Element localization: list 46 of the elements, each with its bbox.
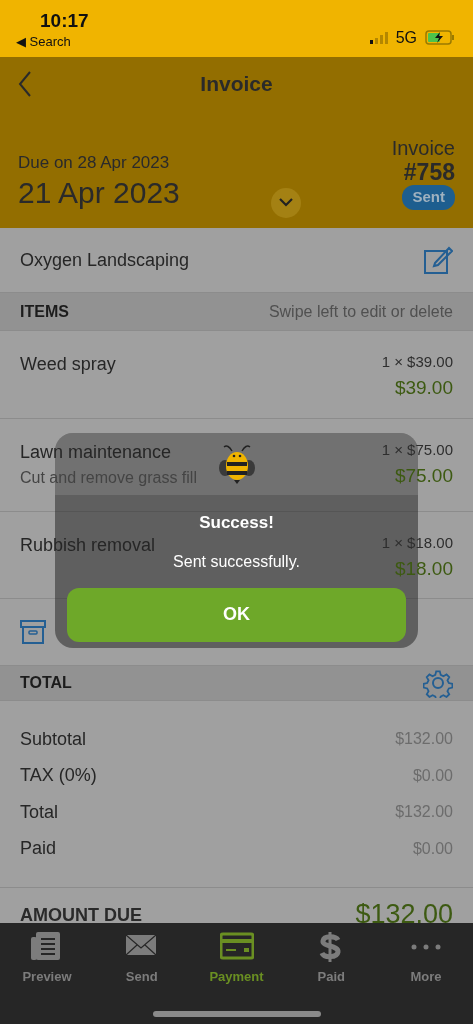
total-label: Subtotal [20,727,87,751]
bee-icon [217,444,256,484]
ok-button[interactable]: OK [67,587,406,642]
due-date: Due on 28 Apr 2023 [18,152,171,174]
tab[interactable]: Preview [0,923,94,987]
screen-title: Invoice [200,71,273,98]
credit-card-icon [219,931,254,963]
total-label: TAX (0%) [20,764,97,788]
signal-icon [369,31,388,44]
dialog-title: Success! [199,512,274,534]
battery-charging-icon [425,30,455,45]
tab[interactable]: Paid [284,923,379,987]
section-title: TOTAL [20,673,72,693]
network-label: 5G [395,27,417,48]
item-quantity-price: 1 × $75.00 [381,440,453,460]
client-name[interactable]: Oxygen Landscaping [20,246,190,274]
back-icon[interactable] [18,71,32,97]
tab[interactable]: Payment [189,923,284,987]
amount-due-label: AMOUNT DUE [20,904,142,925]
dialog-message: Sent successfully. [173,551,300,572]
expand-button[interactable] [270,187,301,218]
tab[interactable]: Send [94,923,189,987]
hint-text: Swipe left to edit or delete [268,301,453,322]
total-label: Paid [20,837,57,861]
item-name[interactable]: Weed spray [20,351,116,378]
total-label: Total [20,800,59,824]
item-amount: $39.00 [393,375,453,400]
edit-icon[interactable] [423,245,453,275]
amount-due-value: $132.00 [355,898,453,925]
section-title: ITEMS [20,301,69,322]
invoice-number: #758 [402,159,455,185]
settings-icon[interactable] [423,668,453,698]
item-name[interactable]: Lawn maintenance [20,439,197,466]
item-amount: $75.00 [393,463,453,488]
invoice-date: 21 Apr 2023 [18,175,180,210]
back-to-search-link[interactable]: ◀ Search [16,32,89,52]
status-badge: Sent [402,185,455,210]
archive-box-icon[interactable] [20,620,46,644]
item-name[interactable]: Rubbish removal [20,532,156,559]
more-icon [411,944,441,950]
item-amount: $18.00 [393,556,453,581]
clock-time: 10:17 [39,10,89,32]
chevron-down-icon[interactable] [278,198,293,207]
item-quantity-price: 1 × $39.00 [381,352,453,372]
tab[interactable]: More [379,923,473,987]
invoice-label: Invoice [391,137,455,159]
